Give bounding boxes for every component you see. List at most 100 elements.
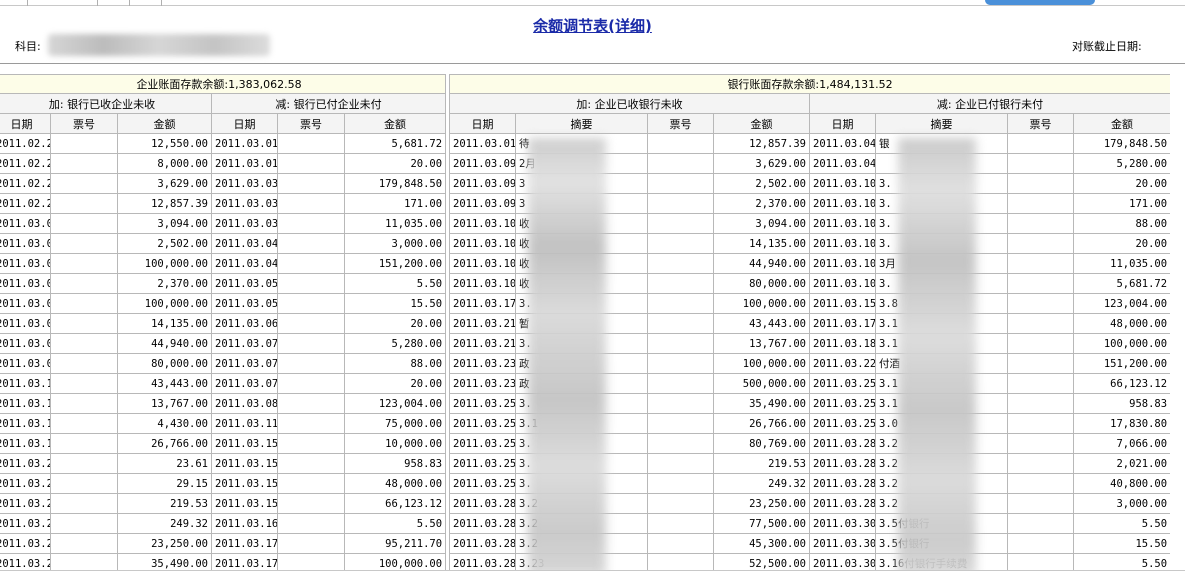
table-row[interactable]: 2011.02.28 12,550.002011.03.01 5,681.72 <box>0 133 447 154</box>
column-header[interactable]: 日期 <box>211 113 278 134</box>
table-cell: 2011.03.30 <box>809 513 876 534</box>
table-row[interactable]: 2011.02.28 8,000.002011.03.01 20.00 <box>0 153 447 174</box>
table-cell <box>1007 413 1074 434</box>
table-cell <box>1007 173 1074 194</box>
table-cell <box>50 193 118 214</box>
table-cell: 2011.03.07 <box>211 373 278 394</box>
table-cell <box>277 333 345 354</box>
table-row[interactable]: 2011.03.21 249.322011.03.16 5.50 <box>0 513 447 534</box>
table-cell: 2011.03.17 <box>0 413 51 434</box>
column-header[interactable]: 票号 <box>647 113 714 134</box>
table-row[interactable]: 2011.03.21 29.152011.03.15 48,000.00 <box>0 473 447 494</box>
table-cell: 2011.03.10 <box>809 173 876 194</box>
table-cell: 5,280.00 <box>1072 153 1172 174</box>
table-cell: 5.50 <box>1072 513 1172 534</box>
table-cell <box>277 313 345 334</box>
column-header[interactable]: 票号 <box>50 113 118 134</box>
table-cell <box>277 173 345 194</box>
column-header[interactable]: 摘要 <box>515 113 648 134</box>
table-cell: 2011.03.21 <box>449 313 516 334</box>
table-row[interactable]: 2011.03.0744,940.002011.03.075,280.00 <box>0 333 447 354</box>
table-cell: 2011.03.25 <box>449 473 516 494</box>
table-cell: 2011.03.18 <box>0 433 51 454</box>
table-row[interactable]: 2011.02.28 3,629.002011.03.03 179,848.50 <box>0 173 447 194</box>
table-cell: 2011.03.03 <box>211 173 278 194</box>
subject-label: 科目: <box>15 40 41 53</box>
table-row[interactable]: 2011.03.17 4,430.002011.03.11 75,000.00 <box>0 413 447 434</box>
table-row[interactable]: 2011.02.28 12,857.392011.03.03 171.00 <box>0 193 447 214</box>
table-row[interactable]: 2011.03.04100,000.002011.03.04151,200.00 <box>0 253 447 274</box>
table-cell <box>647 453 714 474</box>
table-cell: 2011.03.10 <box>809 233 876 254</box>
table-cell <box>1007 293 1074 314</box>
table-cell <box>647 133 714 154</box>
table-row[interactable]: 2011.03.16 13,767.002011.03.08 123,004.00 <box>0 393 447 414</box>
table-cell <box>50 433 118 454</box>
group-enterprise-paid: 减: 企业已付银行未付 <box>808 93 1172 114</box>
table-row[interactable]: 2011.03.04 100,000.002011.03.05 15.50 <box>0 293 447 314</box>
table-row[interactable]: 2011.03.21 23.612011.03.15 958.83 <box>0 453 447 474</box>
table-cell: 2011.03.03 <box>211 213 278 234</box>
table-cell: 5.50 <box>343 513 447 534</box>
column-header[interactable]: 金额 <box>713 113 810 134</box>
table-cell: 2011.03.21 <box>0 473 51 494</box>
table-row[interactable]: 2011.03.07 14,135.002011.03.06 20.00 <box>0 313 447 334</box>
table-cell <box>1007 193 1074 214</box>
table-cell: 2011.03.21 <box>0 453 51 474</box>
table-row[interactable]: 2011.03.02 2,502.002011.03.04 3,000.00 <box>0 233 447 254</box>
column-header[interactable]: 日期 <box>809 113 876 134</box>
table-cell <box>1007 253 1074 274</box>
column-header[interactable]: 票号 <box>1007 113 1074 134</box>
table-cell: 2011.03.10 <box>809 253 876 274</box>
table-cell: 2011.02.28 <box>0 153 51 174</box>
table-cell: 179,848.50 <box>343 173 447 194</box>
column-header[interactable]: 票号 <box>277 113 345 134</box>
column-header[interactable]: 日期 <box>449 113 516 134</box>
table-cell: 2011.03.15 <box>211 493 278 514</box>
table-row[interactable]: 2011.03.21 219.532011.03.15 66,123.12 <box>0 493 447 514</box>
table-cell: 5,280.00 <box>343 333 447 354</box>
report-title[interactable]: 余额调节表(详细) <box>0 15 1185 36</box>
table-row[interactable]: 2011.03.10 43,443.002011.03.07 20.00 <box>0 373 447 394</box>
table-cell <box>50 373 118 394</box>
table-cell: 2011.03.04 <box>0 253 51 274</box>
table-cell <box>50 233 118 254</box>
table-cell: 2011.03.15 <box>211 473 278 494</box>
table-cell: 2011.03.08 <box>211 393 278 414</box>
table-cell <box>50 353 118 374</box>
table-cell: 2,502.00 <box>713 173 810 194</box>
table-cell <box>647 313 714 334</box>
table-cell: 2011.03.25 <box>449 393 516 414</box>
table-cell: 2011.03.15 <box>809 293 876 314</box>
table-row[interactable]: 2011.03.04 2,370.002011.03.05 5.50 <box>0 273 447 294</box>
table-cell: 5,681.72 <box>343 133 447 154</box>
column-header[interactable]: 金额 <box>117 113 212 134</box>
table-cell <box>277 353 345 374</box>
table-cell <box>1007 533 1074 554</box>
table-cell: 14,135.00 <box>713 233 810 254</box>
bank-balance: 银行账面存款余额:1,484,131.52 <box>448 74 1172 94</box>
table-cell: 123,004.00 <box>1072 293 1172 314</box>
table-cell: 77,500.00 <box>713 513 810 534</box>
table-row[interactable]: 2011.03.18 26,766.002011.03.15 10,000.00 <box>0 433 447 454</box>
table-cell: 2011.03.28 <box>449 513 516 534</box>
table-row[interactable]: 2011.03.21 23,250.002011.03.17 95,211.70 <box>0 533 447 554</box>
table-cell: 2011.03.21 <box>449 333 516 354</box>
table-cell: 958.83 <box>1072 393 1172 414</box>
table-cell: 2011.03.07 <box>0 313 51 334</box>
corner-action-button[interactable] <box>985 0 1095 5</box>
table-cell <box>647 333 714 354</box>
column-header[interactable]: 金额 <box>1072 113 1172 134</box>
table-cell <box>50 513 118 534</box>
table-row[interactable]: 2011.03.08 80,000.002011.03.07 88.00 <box>0 353 447 374</box>
table-cell: 3,000.00 <box>343 233 447 254</box>
table-row[interactable]: 2011.03.02 3,094.002011.03.03 11,035.00 <box>0 213 447 234</box>
column-header[interactable]: 金额 <box>343 113 447 134</box>
table-cell: 2011.03.21 <box>0 493 51 514</box>
column-header[interactable]: 日期 <box>0 113 51 134</box>
table-cell <box>277 513 345 534</box>
table-cell: 2011.03.23 <box>449 373 516 394</box>
table-cell: 219.53 <box>713 453 810 474</box>
column-header[interactable]: 摘要 <box>875 113 1008 134</box>
table-cell: 2011.03.17 <box>449 293 516 314</box>
